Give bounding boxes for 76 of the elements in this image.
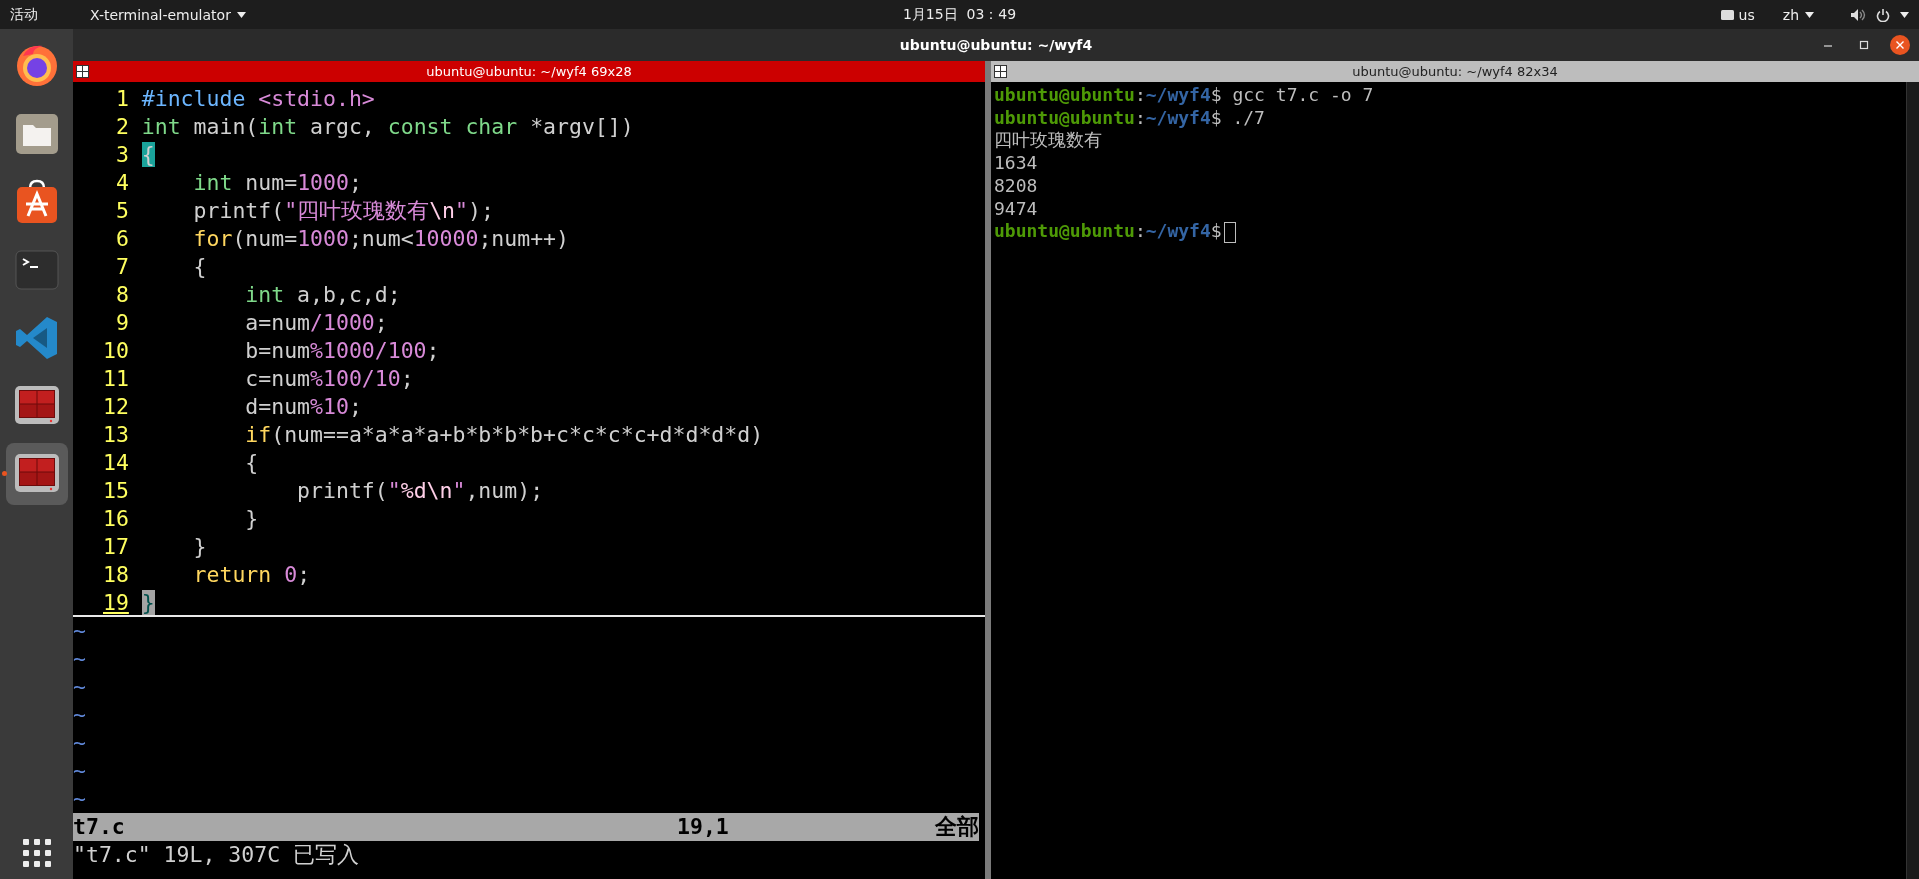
window-title: ubuntu@ubuntu: ~/wyf4 [899,37,1093,53]
empty-line-marker: ~ [73,729,86,757]
close-icon[interactable] [1889,34,1911,56]
output-line: 四叶玫瑰数有 [994,129,1102,153]
line-number: 10 [102,337,130,365]
output-line: 9474 [994,197,1038,221]
empty-line-marker: ~ [73,785,86,813]
empty-line-marker: ~ [73,673,86,701]
line-number: 6 [114,225,130,253]
line-number: 14 [102,449,130,477]
clock[interactable]: 1月15日 03：49 [902,5,1017,22]
line-number: 19 [102,589,130,615]
code-line: a=num/1000; [244,309,388,337]
code-line: return 0; [192,561,311,589]
line-number: 9 [114,309,130,337]
line-number: 5 [114,197,130,225]
code-line: c=num%100/10; [244,365,414,393]
split-grid-icon[interactable] [994,65,1007,78]
line-number: 1 [114,85,130,113]
code-line: { [192,253,207,281]
code-line: } [244,505,259,533]
scrollbar[interactable] [1906,82,1919,879]
volume-icon[interactable] [1850,7,1866,22]
keyboard-layout[interactable]: us [1720,6,1755,23]
scroll-position: 全部 [935,813,979,841]
code-line: d=num%10; [244,393,362,421]
code-line: int a,b,c,d; [244,281,401,309]
line-number: 8 [114,281,130,309]
prompt-line: ubuntu@ubuntu:~/wyf4$ ./7 [994,106,1265,130]
code-line: int main(int argc, const char *argv[]) [141,113,634,141]
line-number: 7 [114,253,130,281]
caret-icon [236,11,246,18]
code-line: printf("四叶玫瑰数有\n"); [192,197,494,225]
code-line: for(num=1000;num<10000;num++) [192,225,569,253]
code-line: { [244,449,259,477]
caret-icon [1900,11,1909,18]
line-number: 16 [102,505,130,533]
dock-item[interactable] [5,443,68,505]
code-line: #include <stdio.h> [141,85,375,113]
output-line: 8208 [994,174,1038,198]
app-menu[interactable]: X-terminal-emulator [48,6,246,23]
empty-line-marker: ~ [73,757,86,785]
line-number: 11 [102,365,130,393]
line-number: 3 [114,141,130,169]
line-number: 15 [102,477,130,505]
split-grid-icon[interactable] [76,65,89,78]
code-line: int num=1000; [192,169,362,197]
empty-line-marker: ~ [73,617,86,645]
code-line: if(num==a*a*a*a+b*b*b*b+c*c*c*c+d*d*d*d) [244,421,764,449]
prompt-line: ubuntu@ubuntu:~/wyf4$ [994,220,1222,244]
power-icon[interactable] [1876,7,1890,22]
line-number: 18 [102,561,130,589]
apps-grid-icon[interactable] [22,839,51,867]
activities-button[interactable]: 活动 [10,5,38,24]
cursor-position: 19,1 [677,813,730,841]
pane-title: ubuntu@ubuntu: ~/wyf4 82x34 [1351,64,1559,79]
empty-line-marker: ~ [73,645,86,673]
pane-title: ubuntu@ubuntu: ~/wyf4 69x28 [425,64,633,79]
pane-title-bar[interactable]: ubuntu@ubuntu: ~/wyf4 82x34 [991,61,1919,82]
file-name: t7.c [73,813,126,841]
line-number: 4 [114,169,130,197]
caret-icon [1805,11,1814,18]
prompt-line: ubuntu@ubuntu:~/wyf4$ gcc t7.c -o 7 [994,84,1374,107]
line-number: 13 [102,421,130,449]
output-line: 1634 [994,152,1038,175]
input-method-menu[interactable]: zh [1782,6,1814,23]
code-line: printf("%d\n",num); [296,477,544,505]
line-number: 2 [114,113,130,141]
line-number: 12 [102,393,130,421]
code-line: } [192,533,207,561]
pane-title-bar[interactable]: ubuntu@ubuntu: ~/wyf4 69x28 [73,61,985,82]
keyboard-icon [1720,9,1734,20]
empty-line-marker: ~ [73,701,86,729]
line-number: 17 [102,533,130,561]
command-message: "t7.c" 19L, 307C 已写入 [73,841,361,869]
code-line: b=num%1000/100; [244,337,440,365]
